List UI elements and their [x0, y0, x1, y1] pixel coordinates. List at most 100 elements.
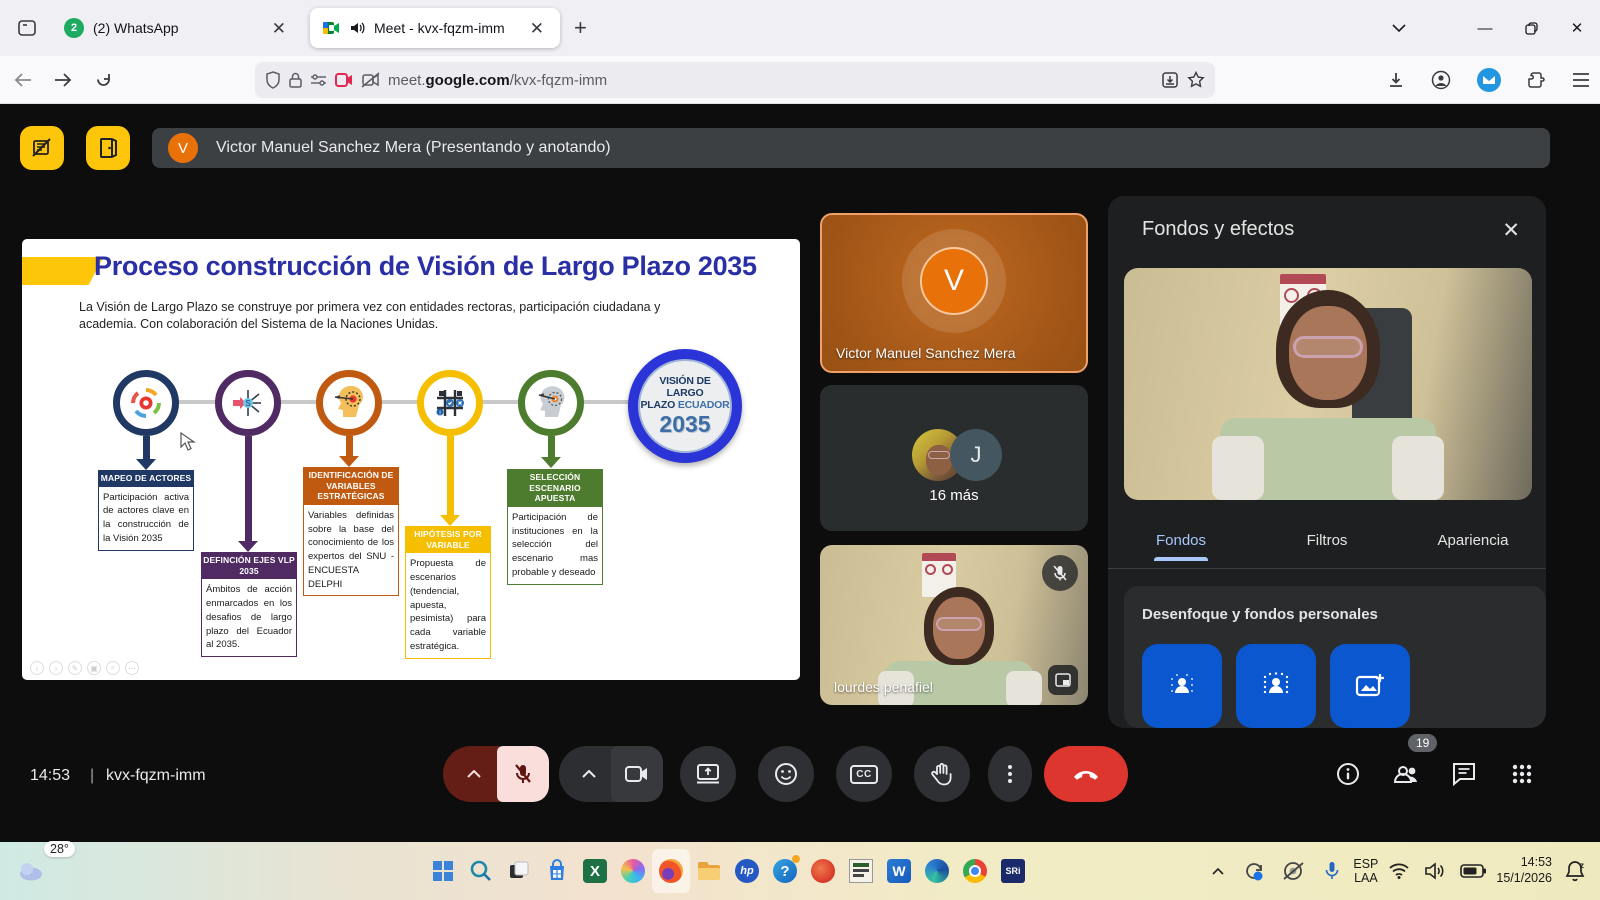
tab-audio-icon[interactable]	[349, 20, 365, 36]
forward-button[interactable]	[46, 63, 80, 97]
back-button[interactable]	[6, 63, 40, 97]
notifications-bell-icon[interactable]: z	[1558, 849, 1592, 893]
file-explorer-icon[interactable]	[690, 849, 728, 893]
prev-slide-icon[interactable]: ‹	[30, 661, 44, 675]
address-bar[interactable]: meet.google.com/kvx-fqzm-imm	[255, 62, 1215, 98]
firefox-relay-icon[interactable]	[1477, 68, 1501, 92]
reactions-button[interactable]	[758, 746, 814, 802]
permissions-icon[interactable]	[310, 73, 327, 87]
tab-meet[interactable]: Meet - kvx-fqzm-imm ✕	[310, 8, 560, 48]
adobe-icon[interactable]	[804, 849, 842, 893]
help-icon[interactable]: ?	[766, 849, 804, 893]
taskbar-clock[interactable]: 14:5315/1/2026	[1496, 855, 1552, 886]
slideshow-controls[interactable]: ‹ › ✎ ▣ ⌕ ⋯	[30, 661, 139, 675]
exit-annotation-button[interactable]	[86, 126, 130, 170]
save-page-icon[interactable]	[1161, 71, 1179, 89]
raise-hand-button[interactable]	[914, 746, 970, 802]
effects-panel: Fondos y efectos ✕ Fondos Filtros Aparie…	[1108, 196, 1546, 728]
tray-chevron-icon[interactable]	[1203, 849, 1233, 893]
downloads-icon[interactable]	[1387, 71, 1405, 89]
weather-widget[interactable]: 28°	[14, 849, 52, 893]
captions-button[interactable]: CC	[836, 746, 892, 802]
presenter-banner-text: Victor Manuel Sanchez Mera (Presentando …	[216, 139, 611, 157]
onedrive-sync-icon[interactable]	[1239, 849, 1271, 893]
chrome-icon[interactable]	[956, 849, 994, 893]
camera-blocked-icon[interactable]	[361, 72, 380, 88]
erp-app-icon[interactable]	[842, 849, 880, 893]
reload-button[interactable]	[86, 63, 120, 97]
present-screen-button[interactable]	[680, 746, 736, 802]
panel-close-icon[interactable]: ✕	[1502, 218, 1520, 243]
participant-tile-victor[interactable]: V Victor Manuel Sanchez Mera	[820, 213, 1088, 373]
presenter-avatar: V	[168, 133, 198, 163]
participant-tile-lourdes[interactable]: lourdes penafiel	[820, 545, 1088, 705]
meeting-code: kvx-fqzm-imm	[106, 767, 206, 785]
full-blur-button[interactable]	[1236, 644, 1316, 728]
step-body: Ámbitos de acción enmarcados en los desa…	[201, 579, 297, 657]
volume-icon[interactable]	[1420, 849, 1450, 893]
tab-label: Meet - kvx-fqzm-imm	[374, 20, 517, 36]
window-close-button[interactable]: ✕	[1554, 0, 1600, 56]
participant-tile-more[interactable]: J 16 más	[820, 385, 1088, 531]
chat-button[interactable]	[1440, 746, 1488, 802]
slight-blur-button[interactable]	[1142, 644, 1222, 728]
tracking-shield-icon[interactable]	[265, 71, 281, 89]
microphone-tray-icon[interactable]	[1317, 849, 1347, 893]
firefox-view-button[interactable]	[10, 11, 44, 45]
head-target-icon	[331, 386, 367, 420]
annotation-disabled-button[interactable]	[20, 126, 64, 170]
word-icon[interactable]: W	[880, 849, 918, 893]
next-slide-icon[interactable]: ›	[49, 661, 63, 675]
step-header: HIPÓTESIS POR VARIABLE	[405, 526, 491, 553]
zoom-tool-icon[interactable]: ⌕	[106, 661, 120, 675]
tab-fondos[interactable]: Fondos	[1108, 522, 1254, 563]
more-options-button[interactable]	[988, 746, 1032, 802]
step-circle-hipotesis: i	[417, 370, 483, 436]
account-icon[interactable]	[1431, 70, 1451, 90]
copilot-icon[interactable]	[614, 849, 652, 893]
start-button[interactable]	[424, 849, 462, 893]
lock-icon[interactable]	[289, 72, 302, 88]
person-shoulder	[1212, 436, 1264, 500]
tab-close-icon[interactable]: ✕	[526, 18, 548, 39]
microsoft-store-icon[interactable]	[538, 849, 576, 893]
bookmark-star-icon[interactable]	[1187, 71, 1205, 89]
window-minimize-button[interactable]: —	[1462, 0, 1508, 56]
window-restore-button[interactable]	[1508, 0, 1554, 56]
meeting-details-button[interactable]	[1324, 746, 1372, 802]
hp-icon[interactable]: hp	[728, 849, 766, 893]
tab-apariencia[interactable]: Apariencia	[1400, 522, 1546, 563]
mic-options-chevron[interactable]	[443, 746, 505, 802]
menu-hamburger-icon[interactable]	[1572, 73, 1590, 87]
camera-active-icon[interactable]	[335, 73, 353, 87]
language-indicator[interactable]: ESPLAA	[1353, 857, 1378, 886]
slides-overview-icon[interactable]: ▣	[87, 661, 101, 675]
edge-icon[interactable]	[918, 849, 956, 893]
mic-toggle-button-muted[interactable]	[497, 746, 549, 802]
task-view-button[interactable]	[500, 849, 538, 893]
tab-filtros[interactable]: Filtros	[1254, 522, 1400, 563]
picture-in-picture-icon[interactable]	[1048, 665, 1078, 695]
activities-button[interactable]	[1498, 746, 1546, 802]
more-options-icon[interactable]: ⋯	[125, 661, 139, 675]
tab-list-chevron[interactable]	[1376, 0, 1422, 56]
camera-options-chevron[interactable]	[559, 746, 619, 802]
wifi-icon[interactable]	[1384, 849, 1414, 893]
search-button[interactable]	[462, 849, 500, 893]
participants-button[interactable]	[1382, 746, 1430, 802]
url-text[interactable]: meet.google.com/kvx-fqzm-imm	[388, 72, 1153, 89]
sri-icon[interactable]: SRi	[994, 849, 1032, 893]
firefox-icon-active[interactable]	[652, 849, 690, 893]
camera-off-tray-icon[interactable]	[1277, 849, 1311, 893]
upload-background-button[interactable]	[1330, 644, 1410, 728]
new-tab-button[interactable]: +	[560, 15, 601, 41]
more-participants-label: 16 más	[820, 487, 1088, 504]
tab-close-icon[interactable]: ✕	[268, 18, 290, 39]
tab-whatsapp[interactable]: 2 (2) WhatsApp ✕	[52, 8, 302, 48]
camera-toggle-button[interactable]	[611, 746, 663, 802]
person-glasses	[1293, 336, 1363, 358]
excel-icon[interactable]: X	[576, 849, 614, 893]
end-call-button[interactable]	[1044, 746, 1128, 802]
extensions-icon[interactable]	[1527, 71, 1546, 90]
pen-tool-icon[interactable]: ✎	[68, 661, 82, 675]
